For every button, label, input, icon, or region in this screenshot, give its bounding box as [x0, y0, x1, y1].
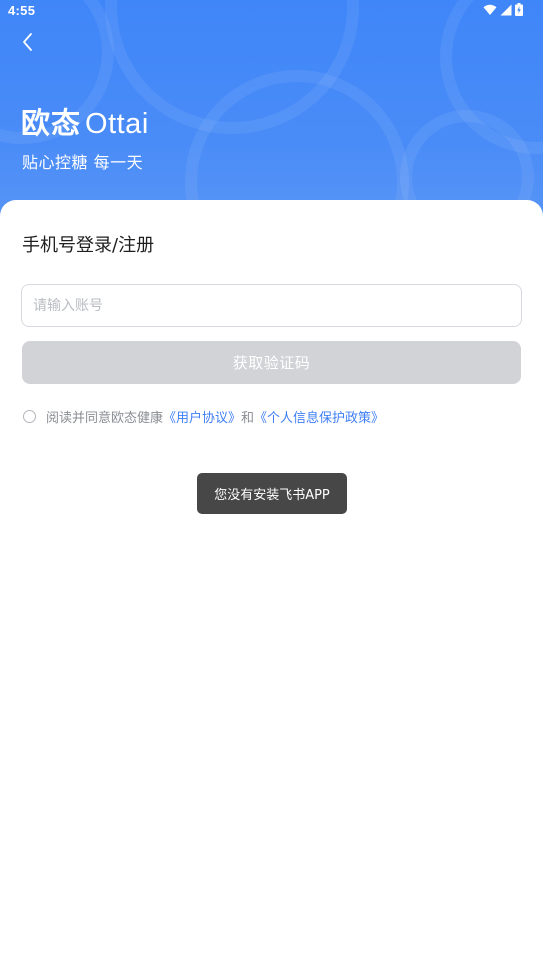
user-agreement-link[interactable]: 《用户协议》 — [163, 407, 241, 426]
privacy-policy-link[interactable]: 《个人信息保护政策》 — [254, 407, 384, 426]
agreement-row: 阅读并同意欧态健康 《用户协议》 和 《个人信息保护政策》 — [23, 407, 384, 426]
status-bar: 4:55 — [0, 0, 543, 24]
back-button[interactable] — [12, 28, 44, 56]
brand-name-en: Ottai — [85, 108, 149, 140]
status-time: 4:55 — [8, 3, 36, 18]
wifi-icon — [483, 4, 497, 15]
login-card: 手机号登录/注册 获取验证码 阅读并同意欧态健康 《用户协议》 和 《个人信息保… — [0, 200, 543, 965]
account-input[interactable] — [21, 284, 522, 327]
agreement-checkbox[interactable] — [23, 410, 36, 423]
brand-slogan: 贴心控糖 每一天 — [22, 153, 144, 172]
agreement-prefix: 阅读并同意欧态健康 — [46, 411, 164, 426]
agreement-and: 和 — [241, 411, 255, 426]
cellular-signal-icon — [500, 4, 512, 15]
brand-logo: 欧态 Ottai — [21, 100, 149, 142]
battery-icon — [515, 3, 523, 16]
brand-name-cn: 欧态 — [21, 108, 82, 140]
chevron-left-icon — [23, 33, 32, 51]
status-icons — [483, 3, 523, 16]
login-title: 手机号登录/注册 — [22, 235, 155, 256]
toast-message: 您没有安装飞书APP — [197, 473, 347, 514]
get-code-button[interactable]: 获取验证码 — [22, 341, 521, 384]
